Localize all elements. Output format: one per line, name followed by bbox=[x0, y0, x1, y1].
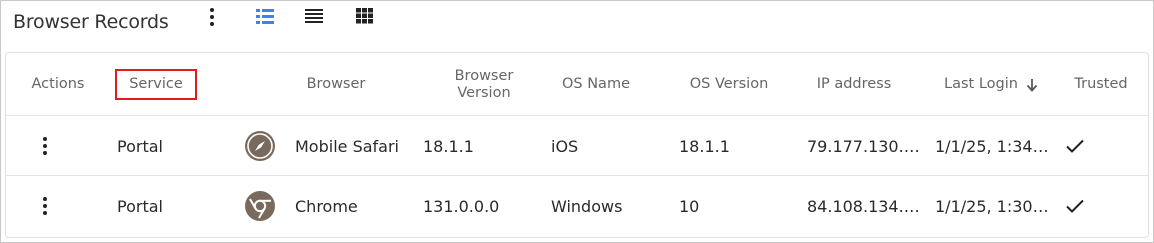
cell-os-version: 10 bbox=[679, 196, 700, 216]
cell-browser: Mobile Safari bbox=[295, 136, 399, 156]
cell-browser-icon bbox=[245, 176, 275, 236]
cell-trusted bbox=[1065, 176, 1085, 236]
records-table: Actions Service Browser Browser Version … bbox=[5, 52, 1149, 238]
table-row[interactable]: Portal Mobile Safari 18.1.1 iOS 18.1.1 7… bbox=[6, 116, 1148, 176]
view-list-detail-button[interactable] bbox=[255, 6, 275, 26]
row-actions-button[interactable] bbox=[40, 194, 50, 218]
cell-browser-version: 18.1.1 bbox=[423, 136, 474, 156]
arrow-down-icon bbox=[1026, 78, 1038, 92]
column-header-service[interactable]: Service bbox=[113, 53, 199, 116]
cell-browser-icon bbox=[245, 116, 275, 176]
row-actions-button[interactable] bbox=[40, 134, 50, 158]
column-header-browser[interactable]: Browser bbox=[276, 53, 396, 116]
column-header-os-name[interactable]: OS Name bbox=[546, 53, 646, 116]
view-list-button[interactable] bbox=[304, 6, 324, 26]
list-icon bbox=[305, 8, 323, 23]
cell-browser-version: 131.0.0.0 bbox=[423, 196, 500, 216]
column-header-browser-version[interactable]: Browser Version bbox=[434, 53, 534, 116]
cell-ip-address: 79.177.130.… bbox=[807, 136, 920, 156]
grid-icon bbox=[355, 8, 373, 24]
cell-browser: Chrome bbox=[295, 196, 358, 216]
cell-service: Portal bbox=[117, 136, 163, 156]
service-header-highlight: Service bbox=[115, 69, 197, 100]
column-header-ip-address[interactable]: IP address bbox=[796, 53, 912, 116]
table-row[interactable]: Portal Chrome 131.0.0.0 Windows 10 84.10… bbox=[6, 176, 1148, 236]
page-title: Browser Records bbox=[13, 11, 169, 33]
chrome-icon bbox=[245, 191, 275, 221]
cell-trusted bbox=[1065, 116, 1085, 176]
row-actions-cell bbox=[40, 116, 50, 176]
cell-service: Portal bbox=[117, 196, 163, 216]
cell-ip-address: 84.108.134.… bbox=[807, 196, 920, 216]
table-header: Actions Service Browser Browser Version … bbox=[6, 53, 1148, 116]
cell-os-name: iOS bbox=[551, 136, 579, 156]
cell-os-version: 18.1.1 bbox=[679, 136, 730, 156]
column-header-os-version[interactable]: OS Version bbox=[669, 53, 789, 116]
more-options-button[interactable] bbox=[204, 6, 220, 28]
checkmark-icon bbox=[1066, 139, 1084, 153]
cell-last-login: 1/1/25, 1:30… bbox=[935, 196, 1049, 216]
kebab-vertical-icon bbox=[43, 197, 47, 201]
row-actions-cell bbox=[40, 176, 50, 236]
list-detail-icon bbox=[256, 8, 274, 24]
browser-records-panel: Browser Records Actions Service Browser … bbox=[0, 0, 1154, 243]
view-grid-button[interactable] bbox=[354, 6, 374, 26]
safari-compass-icon bbox=[245, 131, 275, 161]
panel-header: Browser Records bbox=[13, 9, 169, 35]
cell-os-name: Windows bbox=[551, 196, 623, 216]
checkmark-icon bbox=[1066, 199, 1084, 213]
kebab-vertical-icon bbox=[210, 8, 214, 12]
column-header-last-login[interactable]: Last Login bbox=[926, 53, 1056, 116]
kebab-vertical-icon bbox=[43, 137, 47, 141]
cell-last-login: 1/1/25, 1:34… bbox=[935, 136, 1049, 156]
column-header-actions: Actions bbox=[31, 76, 85, 92]
column-header-trusted[interactable]: Trusted bbox=[1061, 53, 1141, 116]
